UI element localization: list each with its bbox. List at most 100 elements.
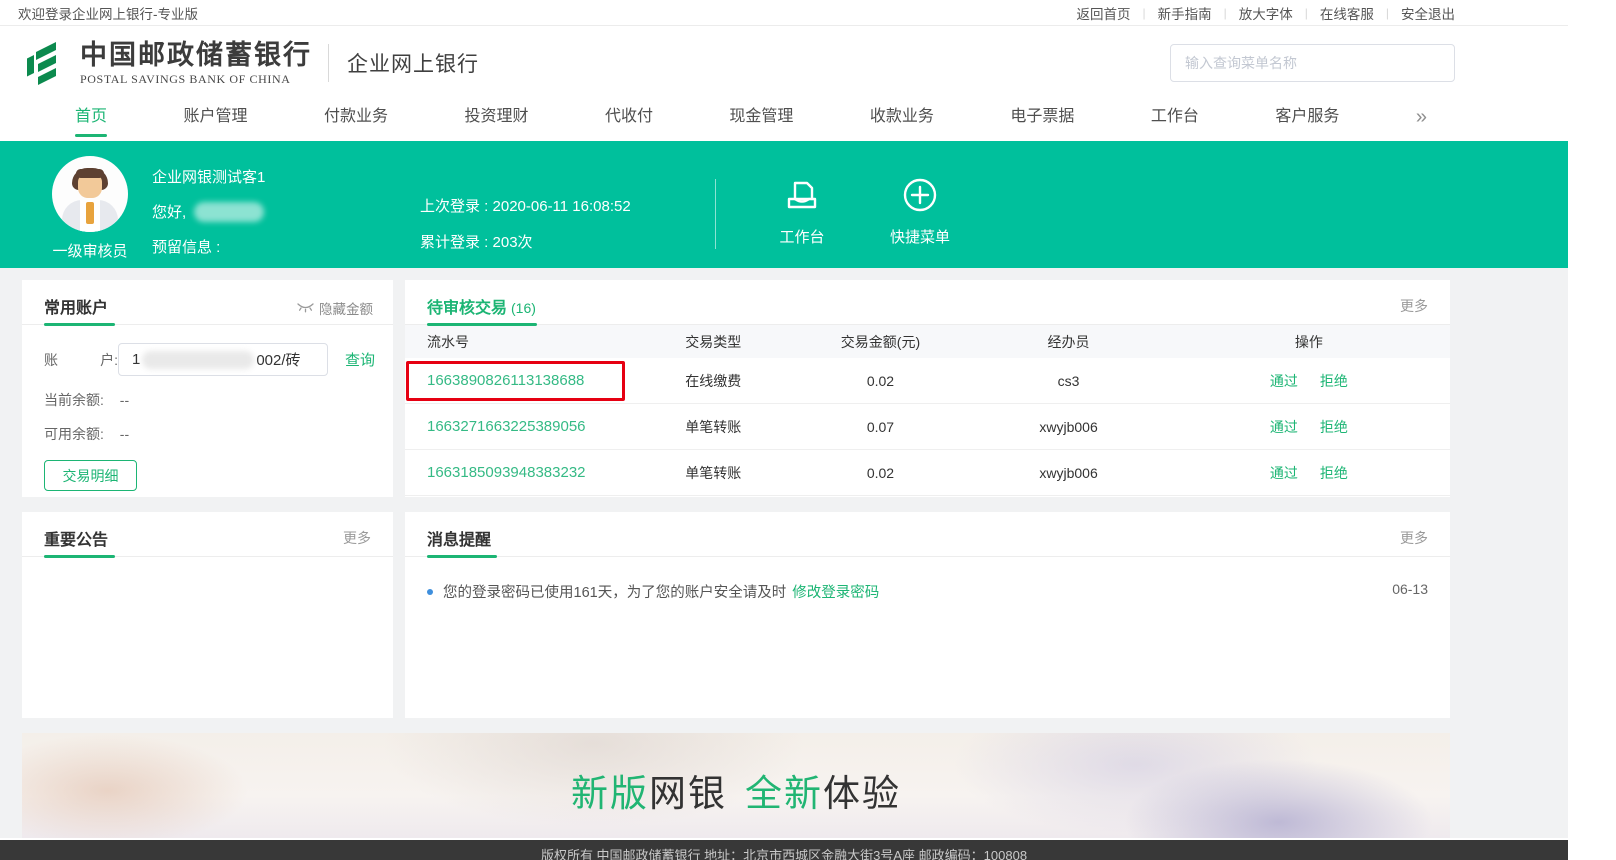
available-balance-value: -- bbox=[120, 426, 129, 442]
product-title: 企业网上银行 bbox=[347, 48, 479, 78]
bullet-dot-icon bbox=[427, 589, 433, 595]
workbench-icon bbox=[783, 177, 821, 213]
accounts-title-underline bbox=[44, 323, 115, 326]
menu-search-input[interactable] bbox=[1170, 44, 1455, 82]
promo-banner: 新版网银全新体验 bbox=[22, 733, 1450, 838]
serial-link[interactable]: 1663271663225389056 bbox=[427, 418, 586, 435]
reserved-info-label: 预留信息 : bbox=[152, 236, 265, 257]
approve-link[interactable]: 通过 bbox=[1270, 417, 1298, 437]
account-query-link[interactable]: 查询 bbox=[345, 349, 375, 370]
nav-item-cash-management[interactable]: 现金管理 bbox=[729, 104, 793, 137]
col-serial: 流水号 bbox=[405, 332, 635, 352]
header: 中国邮政储蓄银行 POSTAL SAVINGS BANK OF CHINA 企业… bbox=[0, 26, 1568, 100]
approve-link[interactable]: 通过 bbox=[1270, 371, 1298, 391]
nav-item-receivables[interactable]: 收款业务 bbox=[870, 104, 934, 137]
pending-transactions-panel: 待审核交易(16) 更多 流水号 交易类型 交易金额(元) 经办员 操作 166… bbox=[405, 280, 1450, 497]
quick-menu-shortcut[interactable]: 快捷菜单 bbox=[875, 177, 965, 247]
greeting-line: 您好, bbox=[152, 201, 265, 222]
copyright-text: 版权所有 中国邮政储蓄银行 地址：北京市西城区金融大街3号A座 邮政编码：100… bbox=[541, 849, 1027, 860]
tx-amount: 0.02 bbox=[792, 465, 970, 481]
messages-panel: 消息提醒 更多 您的登录密码已使用161天，为了您的账户安全请及时 修改登录密码… bbox=[405, 512, 1450, 718]
login-info: 上次登录 : 2020-06-11 16:08:52 累计登录 : 203次 bbox=[420, 195, 631, 267]
top-utility-bar: 欢迎登录企业网上银行-专业版 返回首页 | 新手指南 | 放大字体 | 在线客服 | 安… bbox=[0, 0, 1568, 26]
account-label: 账户: bbox=[44, 350, 118, 370]
notices-panel: 重要公告 更多 bbox=[22, 512, 393, 718]
account-number-field[interactable]: 1 002/砖 bbox=[118, 343, 328, 376]
col-amount: 交易金额(元) bbox=[792, 332, 970, 352]
total-login: 累计登录 : 203次 bbox=[420, 231, 631, 252]
accounts-panel-header: 常用账户 隐藏金额 bbox=[22, 280, 393, 325]
table-row: 1663185093948383232 单笔转账 0.02 xwyjb006 通… bbox=[405, 450, 1450, 496]
last-login: 上次登录 : 2020-06-11 16:08:52 bbox=[420, 195, 631, 216]
tx-type: 单笔转账 bbox=[635, 417, 792, 437]
nav-item-payment[interactable]: 付款业务 bbox=[324, 104, 388, 137]
nav-item-e-bills[interactable]: 电子票据 bbox=[1010, 104, 1074, 137]
nav-item-collection-payment[interactable]: 代收付 bbox=[605, 104, 653, 137]
workbench-label: 工作台 bbox=[757, 226, 847, 247]
nav-item-workbench[interactable]: 工作台 bbox=[1151, 104, 1199, 137]
change-password-link[interactable]: 修改登录密码 bbox=[792, 581, 879, 602]
link-home[interactable]: 返回首页 bbox=[1077, 3, 1131, 23]
messages-more-link[interactable]: 更多 bbox=[1400, 528, 1428, 548]
tx-amount: 0.07 bbox=[792, 419, 970, 435]
reject-link[interactable]: 拒绝 bbox=[1320, 417, 1348, 437]
accounts-panel: 常用账户 隐藏金额 账户: bbox=[22, 280, 393, 497]
approve-link[interactable]: 通过 bbox=[1270, 463, 1298, 483]
transaction-detail-button[interactable]: 交易明细 bbox=[44, 460, 137, 491]
redacted-user-name bbox=[194, 202, 264, 222]
link-enlarge-font[interactable]: 放大字体 bbox=[1239, 3, 1293, 23]
nav-item-customer-service[interactable]: 客户服务 bbox=[1275, 104, 1339, 137]
promo-slogan: 新版网银全新体验 bbox=[22, 763, 1450, 817]
tx-type: 单笔转账 bbox=[635, 463, 792, 483]
divider: | bbox=[1143, 6, 1146, 20]
serial-link[interactable]: 1663185093948383232 bbox=[427, 464, 586, 481]
message-date: 06-13 bbox=[1392, 581, 1428, 597]
avatar bbox=[52, 156, 128, 232]
quick-menu-label: 快捷菜单 bbox=[875, 226, 965, 247]
divider: | bbox=[1224, 6, 1227, 20]
workbench-shortcut[interactable]: 工作台 bbox=[757, 177, 847, 247]
pending-count: (16) bbox=[511, 300, 536, 316]
footer: 版权所有 中国邮政储蓄银行 地址：北京市西城区金融大街3号A座 邮政编码：100… bbox=[0, 840, 1568, 860]
notices-title-underline bbox=[44, 555, 115, 558]
bank-logo: 中国邮政储蓄银行 POSTAL SAVINGS BANK OF CHINA bbox=[22, 39, 312, 87]
tx-type: 在线缴费 bbox=[635, 371, 792, 391]
messages-title-underline bbox=[427, 555, 497, 558]
banner-divider bbox=[715, 179, 716, 249]
pending-more-link[interactable]: 更多 bbox=[1400, 296, 1428, 316]
tx-operator: cs3 bbox=[969, 373, 1168, 389]
messages-panel-header: 消息提醒 更多 bbox=[405, 512, 1450, 557]
top-links: 返回首页 | 新手指南 | 放大字体 | 在线客服 | 安全退出 bbox=[1077, 3, 1456, 23]
nav-item-investment[interactable]: 投资理财 bbox=[464, 104, 528, 137]
notices-more-link[interactable]: 更多 bbox=[343, 528, 371, 548]
avatar-block: 一级审核员 bbox=[30, 156, 150, 261]
serial-link[interactable]: 1663890826113138688 bbox=[427, 372, 584, 389]
nav-item-account-management[interactable]: 账户管理 bbox=[183, 104, 247, 137]
link-online-service[interactable]: 在线客服 bbox=[1320, 3, 1374, 23]
welcome-text: 欢迎登录企业网上银行-专业版 bbox=[18, 3, 198, 23]
divider: | bbox=[1305, 6, 1308, 20]
accounts-title: 常用账户 bbox=[44, 294, 108, 318]
user-info: 企业网银测试客1 您好, 预留信息 : bbox=[152, 166, 265, 271]
main-nav: 首页 账户管理 付款业务 投资理财 代收付 现金管理 收款业务 电子票据 工作台… bbox=[0, 100, 1568, 141]
table-row: 1663890826113138688 在线缴费 0.02 cs3 通过 拒绝 bbox=[405, 358, 1450, 404]
reject-link[interactable]: 拒绝 bbox=[1320, 371, 1348, 391]
divider: | bbox=[1386, 6, 1389, 20]
reject-link[interactable]: 拒绝 bbox=[1320, 463, 1348, 483]
bank-name-cn: 中国邮政储蓄银行 bbox=[80, 42, 312, 69]
link-beginner-guide[interactable]: 新手指南 bbox=[1158, 3, 1212, 23]
nav-more-chevron-icon[interactable]: » bbox=[1416, 104, 1425, 130]
message-item: 您的登录密码已使用161天，为了您的账户安全请及时 修改登录密码 06-13 bbox=[427, 581, 1428, 602]
link-safe-logout[interactable]: 安全退出 bbox=[1401, 3, 1455, 23]
page: 欢迎登录企业网上银行-专业版 返回首页 | 新手指南 | 放大字体 | 在线客服 | 安… bbox=[0, 0, 1568, 860]
tx-amount: 0.02 bbox=[792, 373, 970, 389]
user-banner: 一级审核员 企业网银测试客1 您好, 预留信息 : 上次登录 : 2020-06… bbox=[0, 141, 1568, 268]
col-type: 交易类型 bbox=[635, 332, 792, 352]
table-row: 1663271663225389056 单笔转账 0.07 xwyjb006 通… bbox=[405, 404, 1450, 450]
bank-name-block: 中国邮政储蓄银行 POSTAL SAVINGS BANK OF CHINA bbox=[80, 42, 312, 85]
nav-item-home[interactable]: 首页 bbox=[75, 104, 107, 137]
content: 常用账户 隐藏金额 账户: bbox=[0, 268, 1568, 838]
eye-closed-icon bbox=[297, 303, 314, 313]
quick-menu-plus-icon bbox=[902, 177, 938, 213]
hide-amount-toggle[interactable]: 隐藏金额 bbox=[297, 298, 373, 318]
